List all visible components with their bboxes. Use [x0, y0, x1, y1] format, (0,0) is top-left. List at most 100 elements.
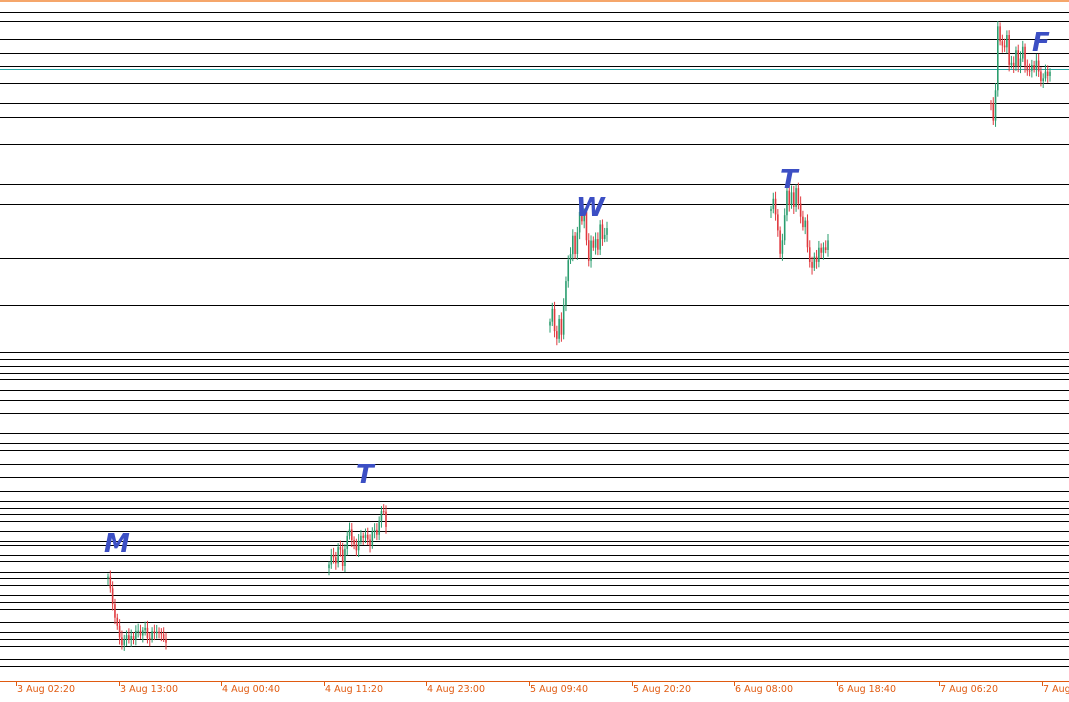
candle-body [553, 308, 556, 332]
x-tick-label: 4 Aug 23:00 [427, 684, 485, 695]
candle-body [1001, 41, 1004, 46]
candle-body [1028, 70, 1031, 72]
x-tick-label: 3 Aug 02:20 [17, 684, 75, 695]
candle-body [118, 625, 121, 638]
candle-body [576, 232, 579, 254]
candle-body [565, 281, 567, 306]
candle-body [822, 247, 825, 253]
candle-body [813, 256, 816, 268]
candle-body [587, 240, 590, 261]
candle-body [572, 235, 574, 255]
x-tick-label: 5 Aug 09:40 [530, 684, 588, 695]
candle-body [599, 224, 601, 250]
candle-body [1021, 46, 1024, 59]
candle-body [382, 511, 385, 513]
x-tick-label: 4 Aug 00:40 [222, 684, 280, 695]
candle-body [123, 639, 126, 645]
candle-body [371, 531, 374, 546]
candle-body [360, 535, 362, 542]
candle-body [781, 240, 784, 254]
candle-body [337, 547, 339, 564]
candle[interactable] [558, 314, 560, 343]
candle-body [328, 564, 330, 569]
candle-body [549, 321, 551, 326]
candle-body [558, 318, 560, 339]
candle-body [1010, 62, 1013, 65]
price-chart[interactable]: M T W T F 3 Aug 02:20 3 Aug 13:00 4 Aug 00:40 4… [0, 0, 1069, 698]
candle-body [373, 529, 376, 532]
candle-body [357, 541, 360, 551]
candle-body [992, 103, 995, 121]
candle-body [777, 214, 779, 231]
candle-body [135, 630, 137, 640]
candle-body [151, 631, 153, 640]
candle-body [811, 261, 813, 268]
candle-body [162, 634, 165, 639]
x-tick-label: 6 Aug 08:00 [735, 684, 793, 695]
candle-body [1019, 58, 1022, 67]
candle-body [378, 520, 380, 535]
candle-body [824, 247, 827, 250]
candle-body [802, 216, 804, 228]
candle-body [362, 535, 364, 538]
candle-body [606, 228, 608, 235]
candle-body [341, 549, 344, 567]
candle-body [148, 637, 151, 640]
candle-body [1037, 60, 1040, 72]
candle-body [121, 637, 123, 645]
x-tick-label: 4 Aug 11:20 [325, 684, 383, 695]
candle-body [827, 240, 829, 250]
day-label: M [104, 529, 130, 559]
day-label: T [780, 165, 800, 195]
candle-body [344, 548, 346, 567]
chart-background [0, 0, 1069, 698]
candle-body [125, 635, 128, 640]
candle-body [139, 630, 142, 636]
candle-body [1008, 34, 1010, 65]
candle-body [1035, 60, 1038, 70]
candle-body [116, 617, 119, 626]
candle-body [153, 631, 156, 634]
candle-body [1017, 50, 1020, 67]
candle-body [366, 534, 369, 540]
candle-body [1040, 71, 1042, 82]
candle-body [351, 529, 353, 541]
candle-body [111, 588, 114, 605]
candle-body [820, 247, 822, 253]
candle-body [1031, 65, 1033, 71]
candle-body [804, 220, 806, 228]
candle-body [353, 540, 355, 545]
candle-body [1026, 65, 1029, 71]
candle-body [109, 576, 112, 589]
candle-body [562, 305, 565, 335]
candle-body [335, 557, 337, 564]
candle-body [128, 635, 130, 640]
candle-body [132, 635, 135, 640]
candle-body [815, 256, 818, 262]
candle-body [551, 308, 554, 322]
candle-body [1006, 34, 1008, 48]
candle-body [142, 630, 144, 636]
candle-body [385, 511, 387, 527]
candle-body [594, 239, 597, 248]
candle-body [601, 224, 604, 239]
candle-body [107, 576, 109, 579]
x-tick-label: 7 Aug [1043, 684, 1069, 695]
candle[interactable] [997, 20, 999, 97]
candle-body [783, 215, 786, 241]
day-label: F [1032, 28, 1050, 58]
candle-body [808, 247, 811, 262]
candle-body [774, 198, 777, 215]
candle-body [569, 254, 572, 261]
candle[interactable] [779, 226, 781, 258]
candle-body [818, 247, 820, 262]
candle-body [779, 230, 781, 254]
candle-body [330, 554, 333, 565]
candle-body [592, 240, 595, 248]
candle-body [567, 260, 570, 282]
candle-body [799, 203, 802, 217]
candle-body [369, 539, 371, 546]
candle-body [364, 534, 367, 538]
price-chart-svg[interactable]: M T W T F 3 Aug 02:20 3 Aug 13:00 4 Aug 00:40 4… [0, 0, 1069, 698]
candle-body [332, 554, 335, 558]
